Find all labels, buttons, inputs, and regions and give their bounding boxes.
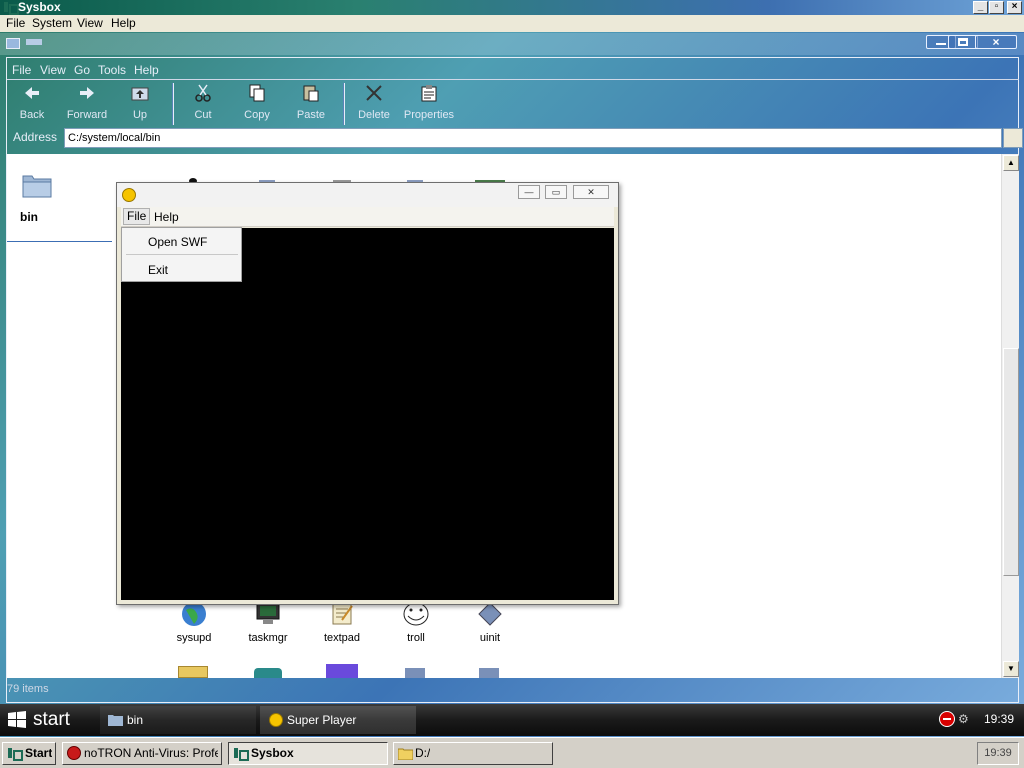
forward-arrow-icon bbox=[80, 87, 94, 99]
sp-maximize-button[interactable]: ▭ bbox=[545, 185, 567, 199]
copy-icon bbox=[249, 84, 265, 102]
toolbar-separator bbox=[343, 83, 345, 125]
scissors-icon bbox=[195, 84, 211, 102]
sp-close-button[interactable]: ✕ bbox=[573, 185, 609, 199]
clock: 19:39 bbox=[977, 742, 1019, 765]
super-player-menubar: File Help bbox=[121, 207, 614, 227]
explorer-menu-file[interactable]: File bbox=[12, 63, 31, 77]
restore-button[interactable]: ▫ bbox=[989, 1, 1004, 14]
task-bin[interactable]: bin bbox=[100, 706, 256, 734]
properties-button[interactable]: Properties bbox=[401, 81, 457, 127]
item-count: 79 items bbox=[7, 683, 49, 695]
folder-icon bbox=[178, 666, 208, 678]
sp-menu-file[interactable]: File bbox=[123, 208, 151, 225]
delete-button[interactable]: Delete bbox=[346, 81, 402, 127]
diamond-icon bbox=[479, 668, 499, 678]
start-button[interactable]: start bbox=[0, 704, 92, 736]
explorer-titlebar bbox=[0, 33, 1024, 55]
smiley-face-icon bbox=[269, 713, 283, 727]
properties-icon bbox=[421, 85, 437, 102]
file-item[interactable]: troll bbox=[379, 600, 453, 660]
paste-button[interactable]: Paste bbox=[283, 81, 339, 127]
explorer-menu-tools[interactable]: Tools bbox=[98, 63, 126, 77]
address-bar: Address C:/system/local/bin bbox=[7, 127, 1023, 150]
diamond-icon bbox=[405, 668, 425, 678]
stop-icon[interactable] bbox=[939, 711, 955, 727]
address-label: Address bbox=[13, 130, 58, 144]
task-notron-antivirus[interactable]: noTRON Anti-Virus: Profes... bbox=[62, 742, 222, 765]
sidebar-folder-name: bin bbox=[20, 210, 38, 224]
explorer-menu-go[interactable]: Go bbox=[74, 63, 90, 77]
explorer-menu-help[interactable]: Help bbox=[134, 63, 159, 77]
super-player-titlebar: — ▭ ✕ bbox=[117, 183, 618, 207]
sysbox-menubar: File System View Help bbox=[0, 15, 1024, 32]
windows-logo-icon bbox=[8, 711, 26, 728]
taskbar-primary: start bin Super Player ⚙ 19:39 bbox=[0, 704, 1024, 736]
task-drive-d[interactable]: D:/ bbox=[393, 742, 553, 765]
sp-menu-help[interactable]: Help bbox=[151, 210, 182, 224]
clock: 19:39 bbox=[984, 712, 1015, 726]
cut-button[interactable]: Cut bbox=[175, 81, 231, 127]
taskbar-secondary: Start noTRON Anti-Virus: Profes... Sysbo… bbox=[0, 737, 1024, 768]
menu-divider bbox=[126, 254, 238, 255]
network-icon[interactable]: ⚙ bbox=[958, 712, 972, 726]
file-item[interactable]: textpad bbox=[305, 600, 379, 660]
up-button[interactable]: Up bbox=[112, 81, 168, 127]
swf-display-area[interactable] bbox=[121, 228, 614, 600]
antivirus-icon bbox=[67, 746, 81, 760]
copy-button[interactable]: Copy bbox=[229, 81, 285, 127]
explorer-menubar: File View Go Tools Help bbox=[7, 60, 1019, 80]
file-item[interactable]: uinit bbox=[453, 600, 527, 660]
paste-icon bbox=[303, 85, 319, 102]
menu-system[interactable]: System bbox=[32, 16, 72, 30]
menu-help[interactable]: Help bbox=[111, 16, 136, 30]
back-arrow-icon bbox=[25, 87, 39, 99]
close-button[interactable]: × bbox=[1007, 1, 1022, 14]
folder-icon bbox=[398, 748, 413, 760]
toolbar-separator bbox=[172, 83, 174, 125]
folder-icon bbox=[22, 175, 52, 198]
sp-file-dropdown: Open SWF Exit bbox=[121, 227, 242, 282]
folder-icon bbox=[6, 38, 20, 49]
start-button-classic[interactable]: Start bbox=[2, 742, 56, 765]
menu-file[interactable]: File bbox=[6, 16, 25, 30]
app-icon bbox=[254, 668, 282, 678]
exit-menu-item[interactable]: Exit bbox=[148, 263, 168, 277]
open-swf-menu-item[interactable]: Open SWF bbox=[148, 235, 207, 249]
explorer-window-title bbox=[26, 39, 42, 45]
app-icon bbox=[326, 664, 358, 678]
sysbox-titlebar: Sysbox _ ▫ × bbox=[0, 0, 1024, 15]
scroll-down-arrow-icon[interactable]: ▼ bbox=[1003, 661, 1019, 677]
status-bar: 79 items bbox=[7, 681, 1019, 699]
address-dropdown-button[interactable] bbox=[1003, 128, 1023, 148]
sp-minimize-button[interactable]: — bbox=[518, 185, 540, 199]
explorer-maximize-button[interactable] bbox=[948, 35, 978, 49]
sysbox-logo-icon bbox=[3, 1, 19, 15]
explorer-close-button[interactable]: × bbox=[975, 35, 1017, 49]
task-sysbox[interactable]: Sysbox bbox=[228, 742, 388, 765]
sidebar-current-folder: bin bbox=[7, 154, 112, 242]
sysbox-window-title: Sysbox bbox=[18, 0, 61, 14]
scrollbar-thumb[interactable] bbox=[1003, 348, 1019, 576]
vertical-scrollbar[interactable]: ▲ ▼ bbox=[1001, 154, 1019, 678]
smiley-face-icon bbox=[122, 188, 136, 202]
explorer-menu-view[interactable]: View bbox=[40, 63, 66, 77]
file-item[interactable]: sysupd bbox=[157, 600, 231, 660]
folder-up-icon bbox=[131, 87, 149, 101]
explorer-toolbar: Back Forward Up Cut Copy Paste Delete Pr… bbox=[7, 81, 1019, 127]
sysbox-logo-icon bbox=[7, 747, 23, 761]
menu-view[interactable]: View bbox=[77, 16, 103, 30]
folder-icon bbox=[108, 715, 123, 726]
task-super-player[interactable]: Super Player bbox=[260, 706, 416, 734]
file-item[interactable]: taskmgr bbox=[231, 600, 305, 660]
address-input[interactable]: C:/system/local/bin bbox=[64, 128, 1002, 148]
delete-x-icon bbox=[366, 85, 382, 101]
system-tray: ⚙ 19:39 bbox=[930, 704, 1024, 736]
back-button[interactable]: Back bbox=[4, 81, 60, 127]
scroll-up-arrow-icon[interactable]: ▲ bbox=[1003, 155, 1019, 171]
sysbox-logo-icon bbox=[233, 747, 249, 761]
forward-button[interactable]: Forward bbox=[59, 81, 115, 127]
minimize-button[interactable]: _ bbox=[973, 1, 988, 14]
